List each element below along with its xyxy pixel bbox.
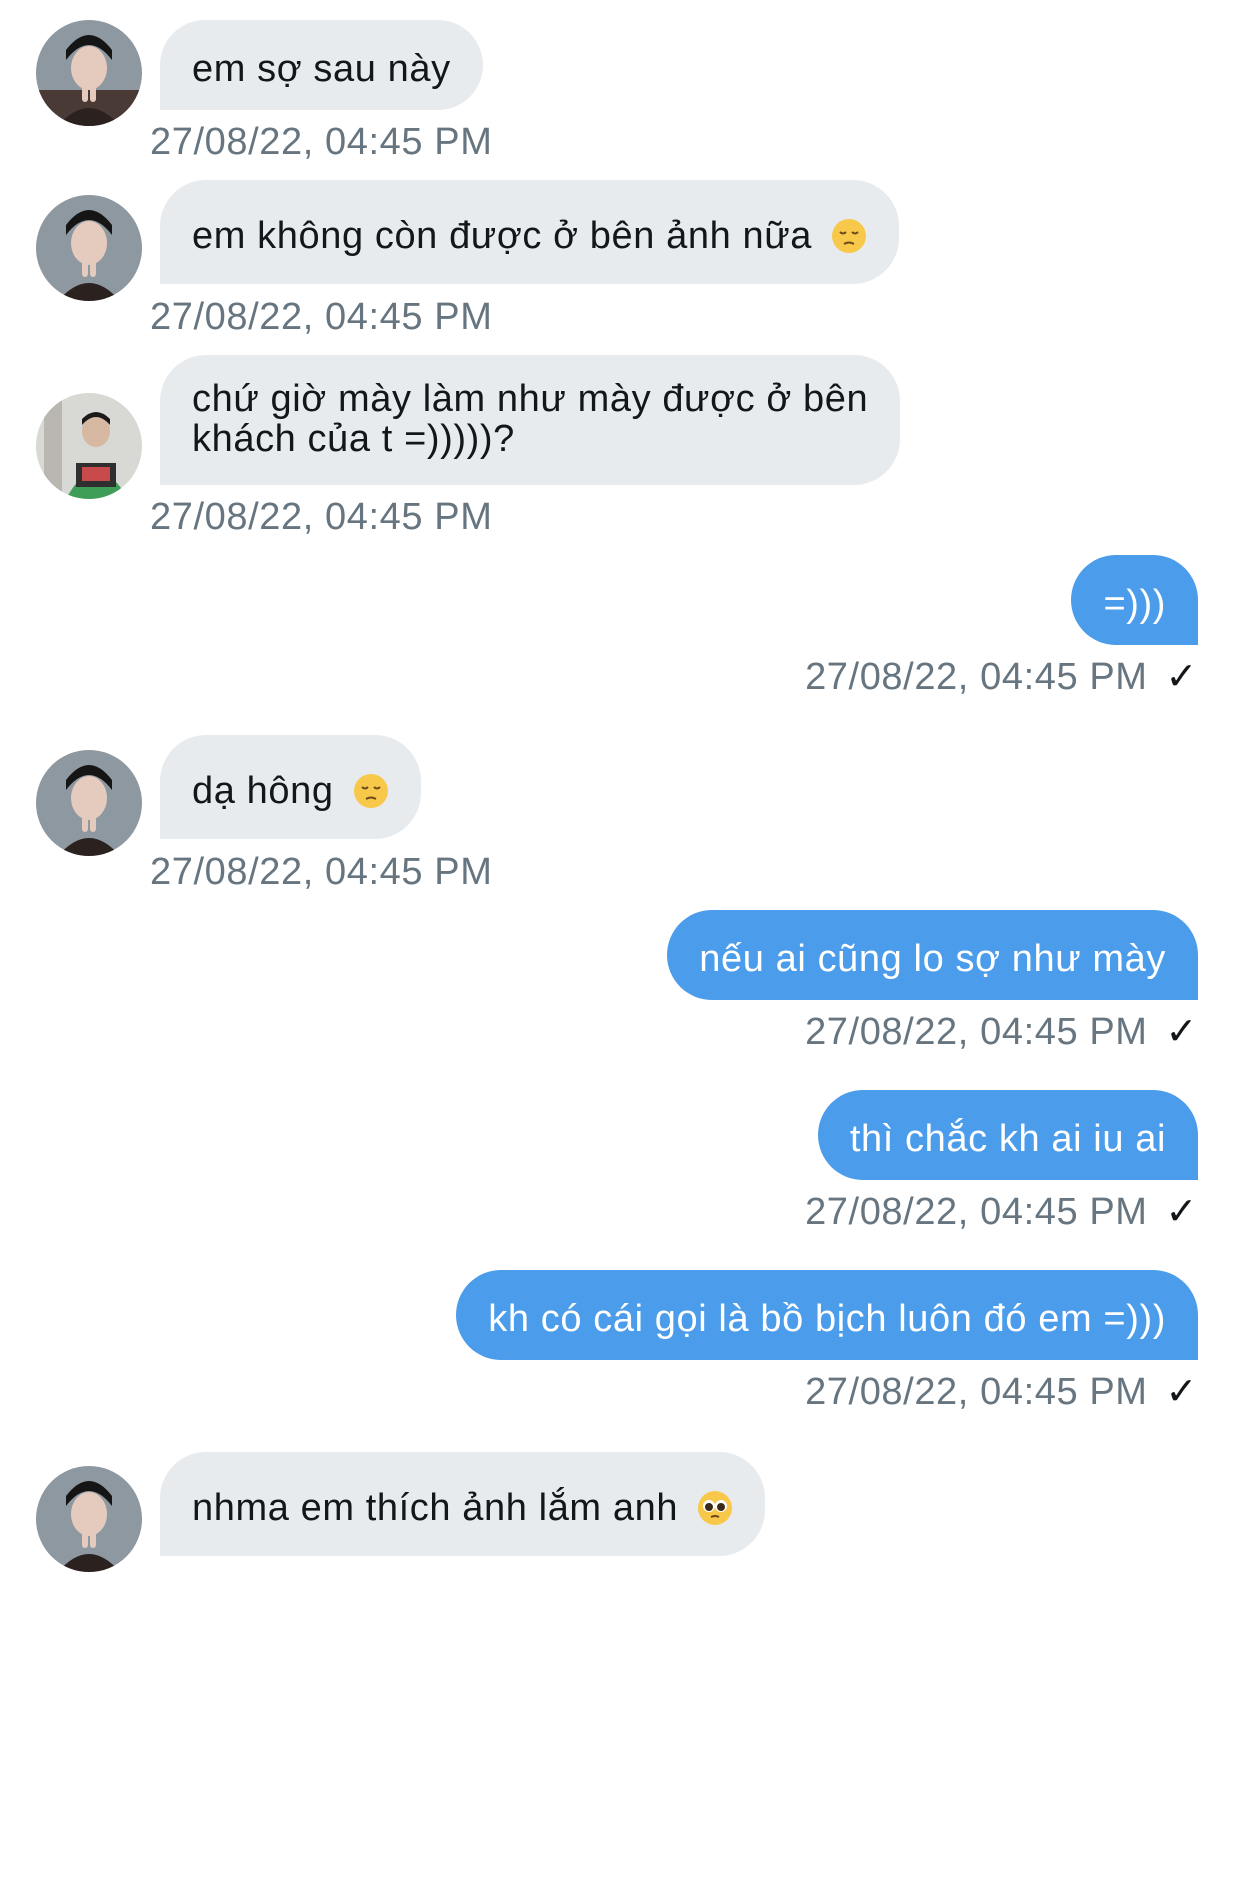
pensive-face-icon: [353, 773, 389, 821]
sent-check-icon: ✓: [1165, 1011, 1198, 1053]
message-bubble[interactable]: em không còn được ở bên ảnh nữa: [160, 180, 900, 284]
avatar[interactable]: [36, 195, 142, 301]
message-timestamp: 27/08/22, 04:45 PM: [150, 851, 493, 893]
avatar[interactable]: [36, 393, 142, 499]
message-text: =))): [1103, 583, 1166, 625]
sent-check-icon: ✓: [1165, 1371, 1198, 1413]
message-timestamp: 27/08/22, 04:45 PM ✓: [805, 1370, 1198, 1414]
message-bubble[interactable]: chứ giờ mày làm như mày được ở bên khách…: [160, 355, 901, 485]
message-timestamp: 27/08/22, 04:45 PM ✓: [805, 1190, 1198, 1234]
message-bubble[interactable]: dạ hông: [160, 735, 421, 839]
timestamp-text: 27/08/22, 04:45 PM: [805, 1011, 1148, 1053]
pleading-face-icon: [697, 1490, 733, 1538]
timestamp-text: 27/08/22, 04:45 PM: [805, 1191, 1148, 1233]
message-text-line: chứ giờ mày làm như mày được ở bên: [192, 378, 869, 420]
message-timestamp: 27/08/22, 04:45 PM: [150, 496, 493, 538]
message-text-line: khách của t =)))))?: [192, 418, 515, 460]
chat-thread[interactable]: em sợ sau này 27/08/22, 04:45 PM em khôn…: [0, 0, 1242, 1878]
message-text: thì chắc kh ai iu ai: [849, 1118, 1166, 1160]
message-bubble[interactable]: nhma em thích ảnh lắm anh: [160, 1452, 766, 1556]
message-timestamp: 27/08/22, 04:45 PM: [150, 121, 493, 163]
message-timestamp: 27/08/22, 04:45 PM ✓: [805, 655, 1198, 699]
message-text: dạ hông: [192, 770, 334, 812]
message-bubble[interactable]: nếu ai cũng lo sợ như mày: [667, 910, 1198, 1000]
message-text: kh có cái gọi là bồ bịch luôn đó em =))): [488, 1298, 1166, 1340]
message-bubble[interactable]: kh có cái gọi là bồ bịch luôn đó em =))): [456, 1270, 1198, 1360]
message-text: em không còn được ở bên ảnh nữa: [192, 215, 813, 257]
message-text: em sợ sau này: [192, 48, 451, 90]
sent-check-icon: ✓: [1165, 1191, 1198, 1233]
avatar[interactable]: [36, 750, 142, 856]
message-text: nếu ai cũng lo sợ như mày: [699, 938, 1166, 980]
message-text: nhma em thích ảnh lắm anh: [192, 1487, 679, 1529]
sent-check-icon: ✓: [1165, 656, 1198, 698]
message-bubble[interactable]: =))): [1071, 555, 1198, 645]
pensive-face-icon: [831, 218, 867, 266]
timestamp-text: 27/08/22, 04:45 PM: [805, 656, 1148, 698]
message-bubble[interactable]: thì chắc kh ai iu ai: [817, 1090, 1198, 1180]
avatar[interactable]: [36, 1466, 142, 1572]
message-timestamp: 27/08/22, 04:45 PM ✓: [805, 1010, 1198, 1054]
message-timestamp: 27/08/22, 04:45 PM: [150, 296, 493, 338]
avatar[interactable]: [36, 20, 142, 126]
message-bubble[interactable]: em sợ sau này: [160, 20, 483, 110]
timestamp-text: 27/08/22, 04:45 PM: [805, 1371, 1148, 1413]
